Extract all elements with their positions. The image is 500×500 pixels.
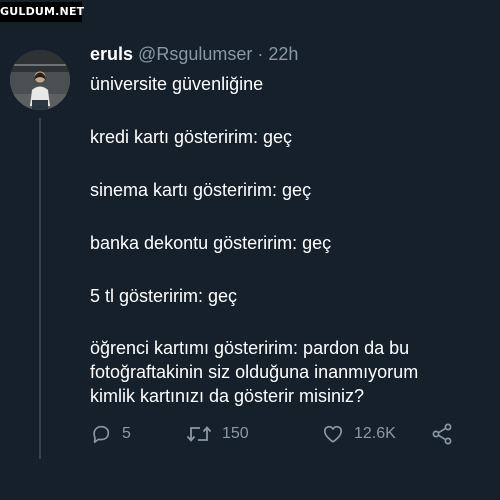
reply-count: 5 [122, 425, 131, 442]
tweet-line: kredi kartı gösteririm: geç [90, 127, 293, 147]
tweet-line: 5 tl gösteririm: geç [90, 286, 238, 306]
share-icon [432, 423, 452, 445]
reply-icon [93, 425, 110, 444]
retweet-count: 150 [222, 425, 249, 442]
avatar[interactable] [10, 50, 70, 110]
retweet-button[interactable]: 150 [186, 420, 249, 448]
tweet-header: eruls @Rsgulumser · 22h [90, 42, 298, 66]
author-handle[interactable]: @Rsgulumser [138, 44, 252, 64]
header-separator: · [257, 44, 264, 64]
reply-button[interactable]: 5 [90, 420, 131, 448]
tweet-line: kimlik kartınızı da gösterir misiniz? [90, 386, 365, 406]
like-count: 12.6K [354, 425, 396, 442]
author-name[interactable]: eruls [90, 44, 133, 64]
like-button[interactable]: 12.6K [322, 420, 396, 448]
tweet-timestamp[interactable]: 22h [268, 44, 298, 64]
tweet-line: öğrenci kartımı gösteririm: pardon da bu [90, 338, 410, 358]
thread-line [39, 118, 41, 459]
tweet-line: sinema kartı gösteririm: geç [90, 180, 312, 200]
tweet-actions: 5 150 12.6K [90, 420, 470, 448]
site-watermark: GULDUM.NET [0, 2, 84, 22]
tweet-line: banka dekontu gösteririm: geç [90, 233, 332, 253]
share-button[interactable] [430, 420, 454, 448]
tweet-text: üniversite güvenliğine kredi kartı göste… [90, 72, 490, 408]
avatar-photo [10, 50, 70, 110]
tweet-line: üniversite güvenliğine [90, 74, 264, 94]
heart-icon [323, 425, 343, 443]
retweet-icon [186, 426, 212, 442]
tweet-line: fotoğraftakinin siz olduğuna inanmıyorum [90, 362, 419, 382]
